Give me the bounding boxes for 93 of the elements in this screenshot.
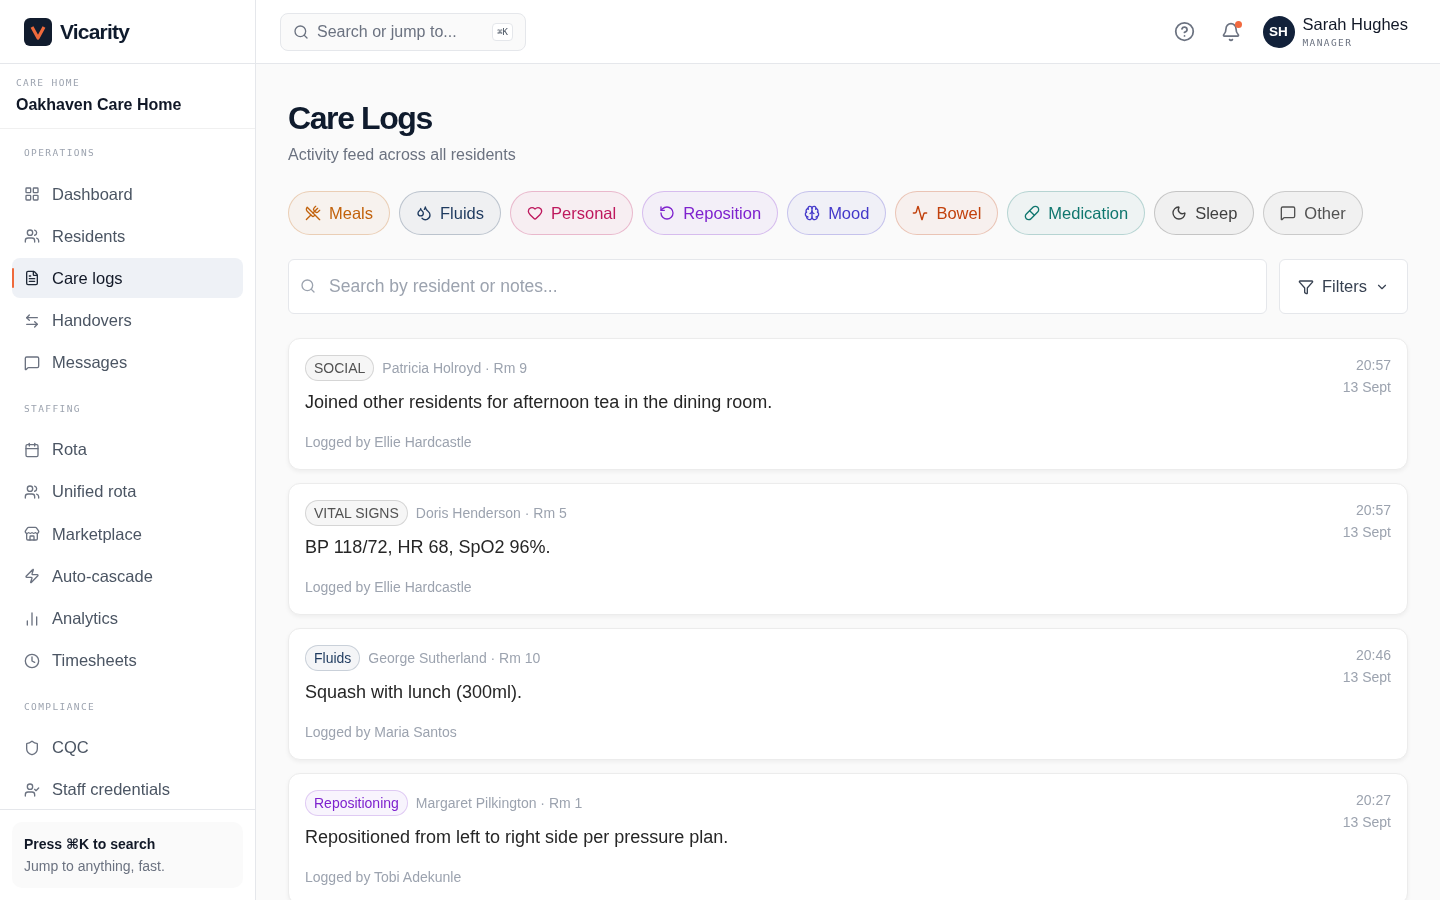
- logged-by: Logged by Maria Santos: [305, 724, 458, 740]
- notifications-button[interactable]: [1220, 21, 1241, 42]
- category-chip[interactable]: Sleep: [1154, 191, 1255, 235]
- tip-title: Press ⌘K to search: [24, 836, 157, 852]
- arrows-icon: [24, 312, 40, 329]
- user-role: MANAGER: [1302, 37, 1354, 48]
- sidebar-item[interactable]: Analytics: [12, 598, 243, 639]
- filter-icon: [1298, 278, 1315, 295]
- sidebar-item[interactable]: Dashboard: [12, 174, 243, 214]
- lightning-icon: [24, 568, 40, 585]
- category-chip[interactable]: Meals: [288, 191, 390, 235]
- log-note: Squash with lunch (300ml).: [305, 682, 524, 703]
- sidebar-item[interactable]: Handovers: [12, 300, 243, 341]
- sidebar-item[interactable]: Marketplace: [12, 514, 243, 555]
- log-time: 20:57: [1355, 502, 1391, 518]
- tip-text: Jump to anything, fast.: [24, 858, 166, 874]
- log-time: 20:27: [1355, 792, 1391, 808]
- sidebar-item[interactable]: Unified rota: [12, 471, 243, 512]
- shortcut-key: ⌘K: [492, 22, 513, 41]
- sidebar-item[interactable]: Residents: [12, 216, 243, 257]
- section-title: STAFFING: [23, 402, 82, 414]
- droplets-icon: [416, 205, 432, 221]
- category-chip[interactable]: Fluids: [399, 191, 502, 235]
- clock-icon: [24, 652, 40, 669]
- category-chip[interactable]: Medication: [1007, 191, 1146, 235]
- active-indicator: [12, 268, 14, 289]
- logged-by: Logged by Ellie Hardcastle: [305, 579, 473, 595]
- utensils-icon: [305, 205, 321, 221]
- log-time: 20:57: [1355, 357, 1391, 373]
- log-date: 13 Sept: [1342, 524, 1391, 540]
- user-name: Sarah Hughes: [1302, 15, 1408, 34]
- section-title: COMPLIANCE: [23, 700, 97, 712]
- category-chip[interactable]: Reposition: [642, 191, 779, 235]
- category-chip[interactable]: Bowel: [895, 191, 999, 235]
- search-field[interactable]: Search by resident or notes...: [288, 259, 1267, 314]
- sidebar-item[interactable]: Messages: [12, 342, 243, 383]
- chat-icon: [1280, 205, 1297, 221]
- users-icon: [24, 228, 40, 245]
- log-date: 13 Sept: [1342, 379, 1391, 395]
- logged-by: Logged by Ellie Hardcastle: [305, 434, 473, 450]
- grid-icon: [24, 186, 40, 202]
- sidebar-item[interactable]: Auto-cascade: [12, 556, 243, 597]
- logo-icon: [24, 17, 52, 46]
- category-chip[interactable]: Personal: [510, 191, 634, 235]
- care-home-name: Oakhaven Care Home: [16, 96, 183, 114]
- moon-icon: [1171, 205, 1188, 221]
- bar-chart-icon: [24, 610, 40, 627]
- user-avatar[interactable]: SH: [1262, 15, 1295, 48]
- page-title: Care Logs: [288, 100, 433, 137]
- page-subtitle: Activity feed across all residents: [288, 146, 517, 164]
- category-chip[interactable]: Mood: [787, 191, 887, 235]
- pulse-icon: [912, 205, 929, 221]
- category-tag: SOCIAL: [305, 355, 375, 381]
- shield-icon: [24, 739, 40, 756]
- category-tag: Fluids: [305, 645, 361, 671]
- care-home-label: CARE HOME: [16, 77, 82, 88]
- pill-icon: [1024, 205, 1041, 221]
- log-date: 13 Sept: [1342, 669, 1391, 685]
- calendar-icon: [24, 441, 40, 458]
- search-icon: [293, 23, 309, 40]
- category-tag: Repositioning: [305, 790, 408, 816]
- section-title: OPERATIONS: [23, 147, 97, 158]
- users-icon: [24, 483, 40, 500]
- sidebar-item[interactable]: CQC: [12, 727, 243, 768]
- document-icon: [24, 270, 40, 287]
- chat-icon: [24, 354, 40, 371]
- log-note: BP 118/72, HR 68, SpO2 96%.: [305, 537, 552, 558]
- brain-icon: [804, 205, 821, 221]
- sidebar-item[interactable]: Timesheets: [12, 640, 243, 681]
- log-date: 13 Sept: [1342, 814, 1391, 830]
- store-icon: [24, 526, 40, 543]
- sidebar-item[interactable]: Staff credentials: [12, 769, 243, 809]
- resident-name: Patricia Holroyd · Rm 9: [382, 360, 528, 376]
- search-placeholder: Search or jump to...: [317, 22, 457, 41]
- help-button[interactable]: [1173, 21, 1195, 42]
- filters-button[interactable]: Filters: [1279, 259, 1408, 314]
- log-note: Repositioned from left to right side per pressure plan.: [305, 827, 729, 848]
- sidebar-item[interactable]: Rota: [12, 429, 243, 470]
- log-time: 20:46: [1355, 647, 1391, 663]
- resident-name: George Sutherland · Rm 10: [368, 650, 541, 666]
- brand-name: Vicarity: [60, 19, 130, 44]
- category-chip[interactable]: Other: [1263, 191, 1363, 235]
- search-icon: [300, 278, 316, 294]
- log-note: Joined other residents for afternoon tea in the dining room.: [305, 392, 773, 413]
- sidebar-item[interactable]: Care logs: [12, 258, 243, 299]
- resident-name: Margaret Pilkington · Rm 1: [415, 795, 583, 811]
- rotate-icon: [659, 205, 676, 221]
- logged-by: Logged by Tobi Adekunle: [305, 869, 463, 885]
- user-check-icon: [24, 781, 40, 798]
- heart-icon: [527, 205, 544, 221]
- category-tag: VITAL SIGNS: [305, 500, 408, 526]
- search-field[interactable]: Search or jump to... ⌘K: [280, 12, 526, 51]
- resident-name: Doris Henderson · Rm 5: [415, 505, 567, 521]
